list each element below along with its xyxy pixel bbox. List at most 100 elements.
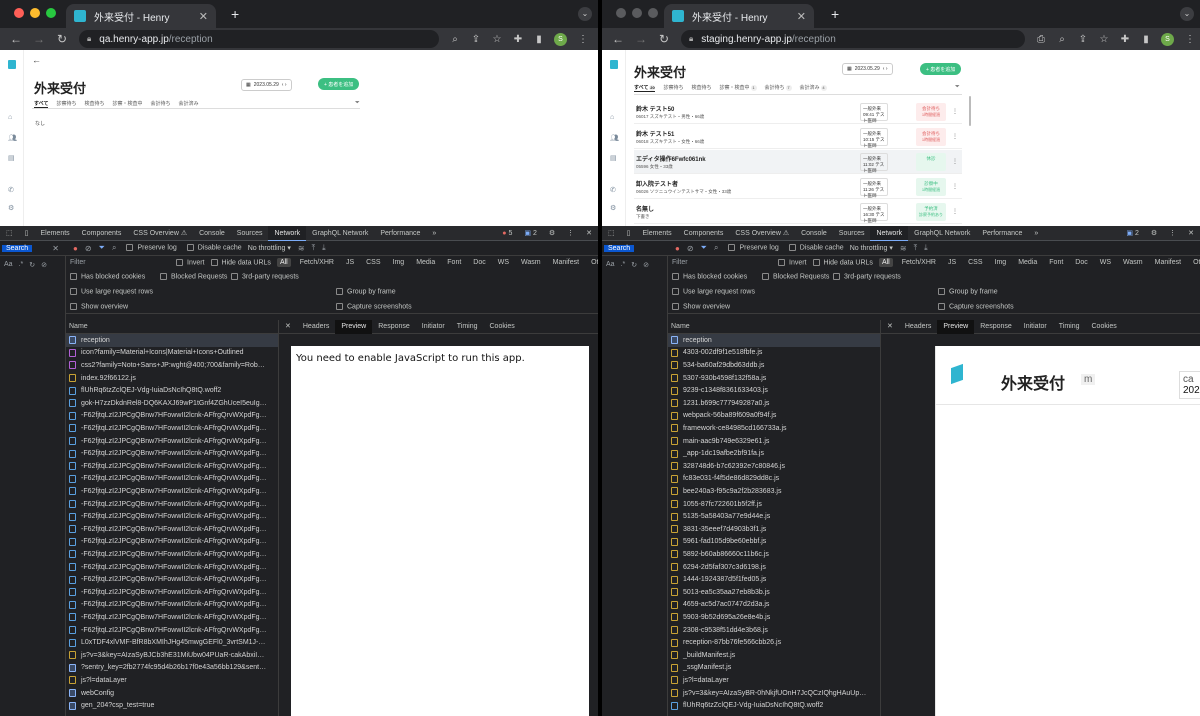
request-row[interactable]: 5892-b60ab86660c11b6c.js xyxy=(668,548,880,561)
request-row[interactable]: -F62fjtqLzI2JPCgQBnw7HFowwII2lcnk-AFfrgQ… xyxy=(66,473,278,486)
profile-avatar[interactable]: S xyxy=(554,32,567,46)
type-filter[interactable]: All xyxy=(878,258,893,267)
type-filter[interactable]: Font xyxy=(444,258,464,267)
devtools-tab[interactable]: Elements xyxy=(34,226,75,241)
checkbox[interactable] xyxy=(210,258,218,266)
request-row[interactable]: -F62fjtqLzI2JPCgQBnw7HFowwII2lcnk-AFfrgQ… xyxy=(66,410,278,423)
detail-tab[interactable]: Preview xyxy=(937,319,975,334)
request-row[interactable]: gok-H7zzDkdnRel8-DQ6KAXJ69wP1tGnf4ZGhUce… xyxy=(66,397,278,410)
device-toolbar-icon[interactable]: ▯ xyxy=(621,226,637,241)
reload-icon[interactable]: ↻ xyxy=(657,32,671,46)
clear-icon[interactable]: ⊘ xyxy=(643,261,649,269)
invert-checkbox[interactable]: Invert xyxy=(778,258,807,266)
close-devtools-icon[interactable]: ✕ xyxy=(1182,226,1200,241)
minimize-window-button[interactable] xyxy=(30,8,40,18)
share-icon[interactable]: ⇪ xyxy=(1078,34,1088,45)
date-picker[interactable]: ▦ 2023.05.29 ‹ › xyxy=(241,79,292,91)
status-badge[interactable]: 予約済 診察予約あり xyxy=(916,203,946,221)
third-party-checkbox[interactable]: 3rd-party requests xyxy=(833,273,901,280)
date-nav-icon[interactable]: ‹ › xyxy=(282,82,287,88)
large-rows-checkbox[interactable]: Use large request rows xyxy=(70,288,153,295)
back-icon[interactable]: ← xyxy=(9,32,23,46)
request-row[interactable]: 5961-fad105d9be60ebbf.js xyxy=(668,536,880,549)
close-detail-icon[interactable]: ✕ xyxy=(279,320,297,334)
menu-kebab-icon[interactable]: ⋮ xyxy=(578,34,588,45)
invert-checkbox[interactable]: Invert xyxy=(176,258,205,266)
disable-cache-checkbox[interactable]: Disable cache xyxy=(788,244,844,252)
type-filter[interactable]: Wasm xyxy=(1120,258,1146,267)
blocked-cookies-checkbox[interactable]: Has blocked cookies xyxy=(672,273,747,280)
row-menu-icon[interactable]: ⋮ xyxy=(952,108,958,115)
devtools-tab[interactable]: Elements xyxy=(636,226,677,241)
detail-tab[interactable]: Timing xyxy=(1053,320,1086,334)
refresh-icon[interactable]: ↻ xyxy=(631,261,637,269)
request-row[interactable]: _ssgManifest.js xyxy=(668,662,880,675)
type-filter[interactable]: Wasm xyxy=(518,258,544,267)
type-filter[interactable]: Img xyxy=(992,258,1010,267)
type-filter[interactable]: JS xyxy=(945,258,959,267)
request-row[interactable]: 5135-5a58403a77e9d44e.js xyxy=(668,510,880,523)
large-rows-checkbox[interactable]: Use large request rows xyxy=(672,288,755,295)
zoom-window-button[interactable] xyxy=(648,8,658,18)
filter-toggle-icon[interactable]: ⏷ xyxy=(701,243,707,253)
devtools-tab[interactable]: Network xyxy=(268,225,307,241)
back-arrow-icon[interactable]: ← xyxy=(32,55,41,65)
request-row[interactable]: fc83e031-f4f5de86d829dd8c.js xyxy=(668,473,880,486)
checkbox[interactable] xyxy=(336,303,343,310)
phone-icon[interactable]: ✆ xyxy=(610,186,618,194)
detail-tab[interactable]: Cookies xyxy=(1086,320,1123,334)
request-row[interactable]: 5903-9b52d695a26e8e4b.js xyxy=(668,611,880,624)
devtools-tab[interactable]: GraphQL Network xyxy=(306,226,374,241)
checkbox[interactable] xyxy=(672,273,679,280)
status-badge[interactable]: 会計待ち 1時間経過 xyxy=(916,128,946,146)
row-menu-icon[interactable]: ⋮ xyxy=(952,208,958,215)
clear-log-icon[interactable]: ⊘ xyxy=(85,244,92,253)
new-tab-button[interactable]: + xyxy=(231,6,239,22)
blocked-requests-checkbox[interactable]: Blocked Requests xyxy=(762,273,829,280)
patients-icon[interactable]: 👥︎ xyxy=(8,134,17,142)
share-icon[interactable]: ⇪ xyxy=(471,34,481,45)
profile-avatar[interactable]: S xyxy=(1161,32,1174,46)
settings-icon[interactable]: ⚙ xyxy=(8,204,16,212)
filter-icon[interactable]: ⏷ xyxy=(355,100,360,107)
request-row[interactable]: -F62fjtqLzI2JPCgQBnw7HFowwII2lcnk-AFfrgQ… xyxy=(66,523,278,536)
request-row[interactable]: webConfig xyxy=(66,687,278,700)
sidepanel-icon[interactable]: ▮ xyxy=(534,34,544,45)
request-row[interactable]: icon?family=Material+Icons|Material+Icon… xyxy=(66,347,278,360)
request-row[interactable]: js?l=dataLayer xyxy=(668,674,880,687)
import-har-icon[interactable]: ⤒ xyxy=(312,243,316,253)
hide-data-urls-checkbox[interactable]: Hide data URLs xyxy=(210,258,271,266)
forward-icon[interactable]: → xyxy=(32,32,46,46)
request-row[interactable]: framework-ce84985cd166733a.js xyxy=(668,422,880,435)
request-row[interactable]: 4303-002df9f1e518fbfe.js xyxy=(668,347,880,360)
disable-cache-checkbox[interactable]: Disable cache xyxy=(186,244,242,252)
devtools-tab[interactable]: » xyxy=(426,226,442,241)
type-filter[interactable]: Manifest xyxy=(550,258,582,267)
title-dropdown-icon[interactable]: ⌄ xyxy=(682,67,687,74)
refresh-icon[interactable]: ↻ xyxy=(29,261,35,269)
bookmark-star-icon[interactable]: ☆ xyxy=(492,34,502,45)
import-har-icon[interactable]: ⤒ xyxy=(914,243,918,253)
error-count-badge[interactable]: ● 5 xyxy=(496,226,518,241)
add-patient-button[interactable]: + 患者を追加 xyxy=(318,78,360,90)
device-toolbar-icon[interactable]: ▯ xyxy=(19,226,35,241)
group-by-frame-checkbox[interactable]: Group by frame xyxy=(336,288,396,295)
status-tab[interactable]: 会計待ち xyxy=(151,100,171,108)
request-row[interactable]: -F62fjtqLzI2JPCgQBnw7HFowwII2lcnk-AFfrgQ… xyxy=(66,485,278,498)
settings-gear-icon[interactable]: ⚙ xyxy=(1145,226,1163,241)
type-filter[interactable]: CSS xyxy=(363,258,383,267)
checkbox[interactable] xyxy=(762,273,769,280)
request-row[interactable]: -F62fjtqLzI2JPCgQBnw7HFowwII2lcnk-AFfrgQ… xyxy=(66,611,278,624)
type-filter[interactable]: Manifest xyxy=(1152,258,1184,267)
network-conditions-icon[interactable]: ≋ xyxy=(900,244,907,253)
request-row[interactable]: -F62fjtqLzI2JPCgQBnw7HFowwII2lcnk-AFfrgQ… xyxy=(66,435,278,448)
henry-logo-icon[interactable] xyxy=(610,60,618,69)
checkbox[interactable] xyxy=(231,273,238,280)
zoom-window-button[interactable] xyxy=(46,8,56,18)
type-filter[interactable]: Other xyxy=(588,258,598,267)
detail-tab[interactable]: Cookies xyxy=(484,320,521,334)
filter-icon[interactable]: ⏷ xyxy=(955,84,960,91)
checkbox[interactable] xyxy=(160,273,167,280)
close-detail-icon[interactable]: ✕ xyxy=(881,320,899,334)
status-tab[interactable]: すべて xyxy=(34,100,49,108)
